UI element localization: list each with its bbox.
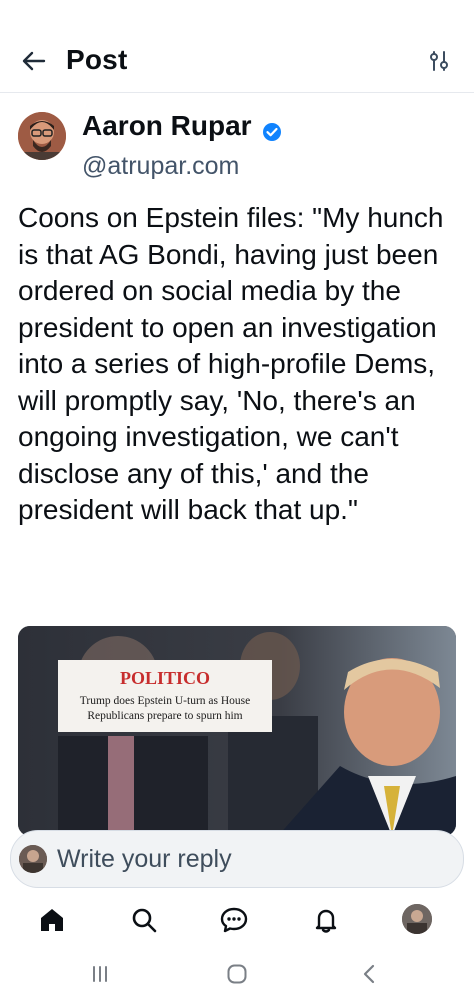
page-title: Post — [66, 44, 128, 75]
system-nav-bar — [0, 950, 474, 1000]
post-text: Coons on Epstein files: "My hunch is tha… — [18, 202, 444, 525]
post-image[interactable]: POLITICO Trump does Epstein U-turn as Ho… — [18, 626, 456, 836]
back-chevron-icon[interactable] — [358, 962, 382, 986]
bell-icon[interactable] — [310, 904, 342, 936]
reply-input[interactable]: Write your reply — [10, 830, 464, 888]
top-bar: Post — [0, 0, 474, 93]
profile-avatar[interactable] — [402, 904, 432, 934]
chat-icon[interactable] — [218, 904, 250, 936]
user-avatar-image — [19, 845, 47, 873]
bottom-nav — [0, 894, 474, 950]
search-icon[interactable] — [128, 904, 160, 936]
verified-badge-icon — [263, 123, 281, 141]
politico-headline-card: POLITICO Trump does Epstein U-turn as Ho… — [58, 660, 272, 732]
filter-icon[interactable] — [428, 50, 450, 72]
author-name[interactable]: Aaron Rupar — [82, 110, 252, 142]
author-avatar-image — [18, 112, 66, 160]
profile-avatar-image — [402, 904, 432, 934]
politico-headline: Trump does Epstein U-turn as House Repub… — [79, 695, 251, 722]
back-arrow-icon[interactable] — [20, 46, 48, 76]
author-handle[interactable]: @atrupar.com — [82, 152, 239, 181]
post-author[interactable]: Aaron Rupar @atrupar.com — [18, 108, 458, 188]
reply-avatar — [19, 845, 47, 873]
politico-logo: POLITICO — [119, 668, 211, 688]
author-avatar[interactable] — [18, 112, 66, 160]
home-circle-icon[interactable] — [225, 962, 249, 986]
reply-placeholder[interactable]: Write your reply — [57, 845, 232, 874]
home-icon[interactable] — [36, 904, 68, 936]
recents-icon[interactable] — [88, 962, 112, 986]
